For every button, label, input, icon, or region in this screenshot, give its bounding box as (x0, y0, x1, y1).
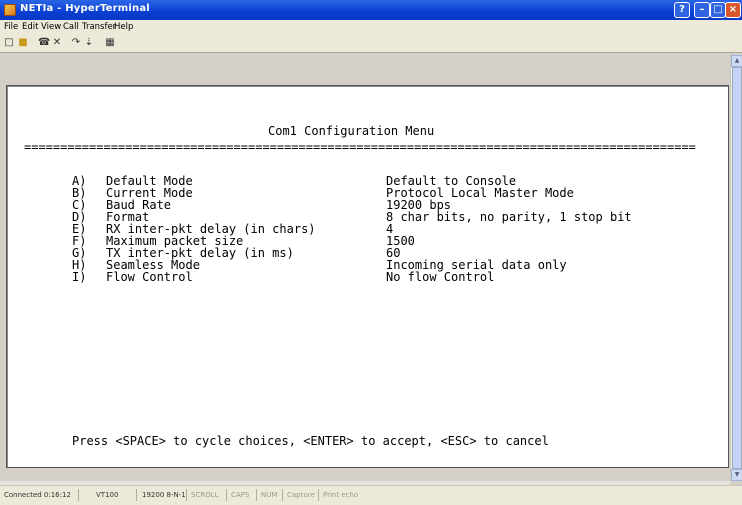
menu-separator: ========================================… (24, 140, 696, 154)
scroll-down-icon[interactable]: ▼ (731, 469, 742, 481)
status-divider (78, 489, 79, 501)
menu-call[interactable]: Call (63, 22, 79, 32)
receive-icon[interactable]: ⇣ (83, 37, 95, 49)
new-icon[interactable]: □ (3, 37, 15, 49)
window-title: NETIa - HyperTerminal (20, 3, 150, 14)
menu-view[interactable]: View (41, 22, 61, 32)
open-icon[interactable]: ■ (17, 37, 29, 49)
scroll-thumb[interactable] (732, 67, 742, 469)
status-caps: CAPS (231, 491, 250, 499)
status-num: NUM (261, 491, 278, 499)
option-value: 8 char bits, no parity, 1 stop bit (386, 210, 632, 224)
status-divider (318, 489, 319, 501)
title-bar: NETIa - HyperTerminal ? – □ × (0, 0, 742, 20)
status-bar: Connected 0:16:12 VT100 19200 8-N-1 SCRO… (0, 485, 742, 505)
status-settings: 19200 8-N-1 (142, 491, 186, 499)
menu-file[interactable]: File (4, 22, 18, 32)
option-key: I) (72, 270, 87, 284)
minimize-button[interactable]: – (694, 2, 710, 18)
hyperterminal-icon (4, 4, 16, 16)
maximize-button[interactable]: □ (710, 2, 726, 18)
menu-edit[interactable]: Edit (22, 22, 38, 32)
status-divider (282, 489, 283, 501)
status-terminal-type: VT100 (96, 491, 119, 499)
status-divider (256, 489, 257, 501)
send-icon[interactable]: ↷ (70, 37, 82, 49)
toolbar: □ ■ ☎ ✕ ↷ ⇣ ▦ (0, 35, 742, 53)
status-divider (186, 489, 187, 501)
menu-bar: File Edit View Call Transfer Help (0, 20, 742, 35)
disconnect-icon[interactable]: ✕ (51, 37, 63, 49)
status-connected: Connected 0:16:12 (4, 491, 71, 499)
status-divider (136, 489, 137, 501)
instructions-text: Press <SPACE> to cycle choices, <ENTER> … (72, 434, 549, 448)
status-scroll: SCROLL (191, 491, 219, 499)
close-button[interactable]: × (725, 2, 741, 18)
scroll-up-icon[interactable]: ▲ (731, 55, 742, 67)
help-button[interactable]: ? (674, 2, 690, 18)
call-icon[interactable]: ☎ (38, 37, 50, 49)
option-label: Flow Control (106, 270, 193, 284)
option-value: No flow Control (386, 270, 495, 284)
status-divider (226, 489, 227, 501)
page-title: Com1 Configuration Menu (268, 124, 435, 138)
menu-transfer[interactable]: Transfer (82, 22, 116, 32)
status-print-echo: Print echo (323, 491, 359, 499)
vertical-scrollbar[interactable]: ▲ ▼ (730, 55, 742, 481)
menu-help[interactable]: Help (114, 22, 133, 32)
status-capture: Capture (287, 491, 315, 499)
properties-icon[interactable]: ▦ (104, 37, 116, 49)
